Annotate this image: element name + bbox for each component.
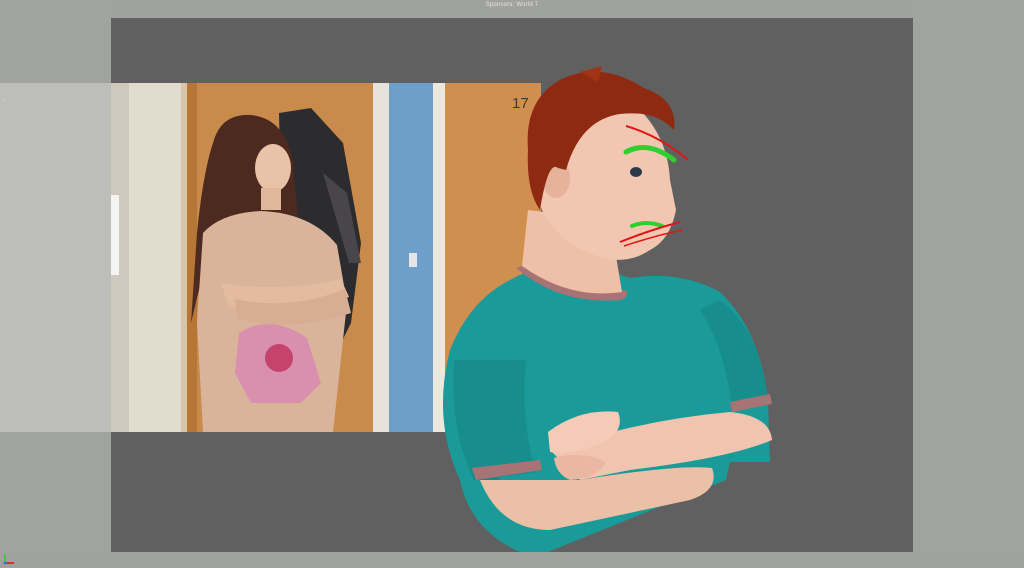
character-rig-model[interactable] xyxy=(430,60,810,552)
image-plane-corner-mark: · xyxy=(2,95,5,104)
viewport-camera-title: Sponsors: World 7 xyxy=(485,2,539,8)
image-plane-overflow xyxy=(0,83,111,432)
viewport-right-margin xyxy=(913,0,1024,568)
axis-gizmo-icon xyxy=(3,554,14,565)
viewport-bottom-bar xyxy=(0,552,1024,568)
